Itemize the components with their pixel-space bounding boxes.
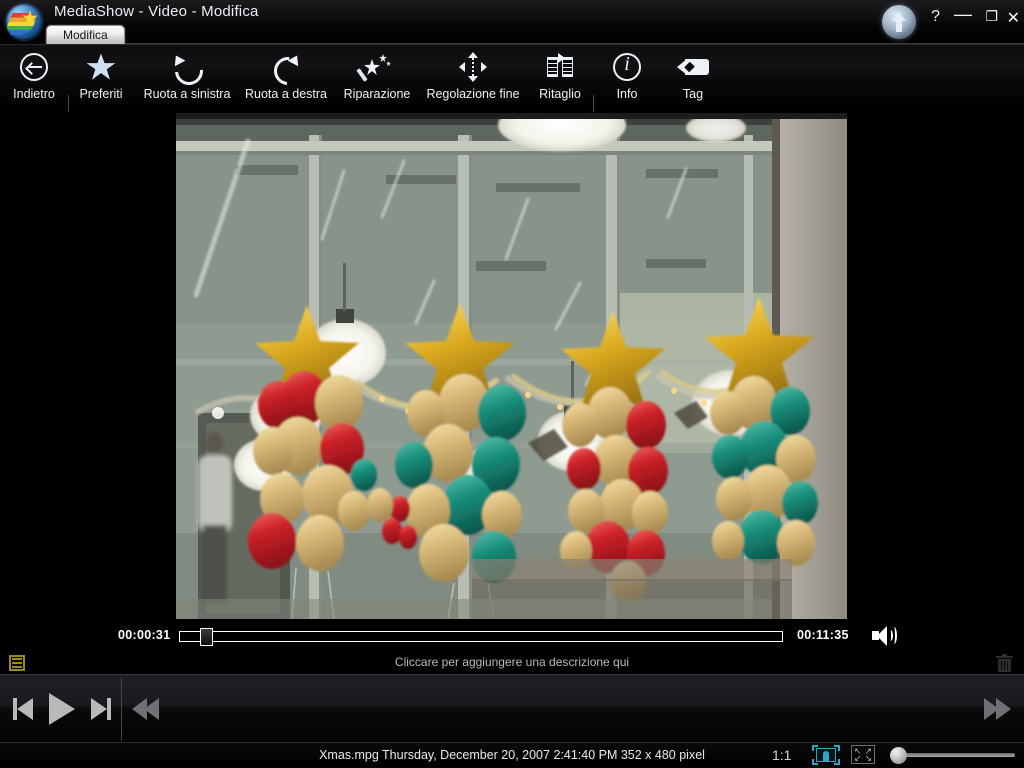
scroll-right-button[interactable] — [980, 675, 1018, 743]
fast-forward-icon — [984, 698, 1014, 720]
magic-wand-icon — [336, 45, 418, 89]
filmstrip — [0, 674, 1024, 742]
toolbar-label: Ruota a sinistra — [143, 87, 231, 101]
toolbar-button-regolazione-fine[interactable]: Regolazione fine — [418, 45, 528, 113]
toolbar-button-ruota-a-sinistra[interactable]: Ruota a sinistra — [132, 45, 242, 113]
toolbar-label: Ruota a destra — [245, 87, 327, 101]
list-view-icon[interactable] — [9, 655, 25, 671]
restore-button[interactable]: ❐ — [985, 8, 998, 25]
help-button[interactable]: ? — [931, 8, 940, 26]
video-preview[interactable] — [176, 113, 847, 619]
toolbar-label: Regolazione fine — [426, 87, 520, 101]
seek-thumb[interactable] — [200, 628, 213, 646]
back-arrow-icon — [8, 45, 60, 89]
toolbar-button-indietro[interactable]: Indietro — [8, 45, 60, 113]
toolbar-button-ritaglio[interactable]: Ritaglio — [528, 45, 592, 113]
toolbar-button-riparazione[interactable]: Riparazione — [336, 45, 418, 113]
info-circle-icon — [597, 45, 657, 89]
current-time-label: 00:00:31 — [118, 628, 171, 642]
toolbar-button-preferiti[interactable]: Preferiti — [70, 45, 132, 113]
video-stage — [0, 112, 1024, 620]
minimize-button[interactable]: — — [954, 4, 972, 25]
zoom-slider[interactable] — [892, 753, 1015, 757]
trash-icon[interactable] — [996, 654, 1013, 672]
video-frame-image — [176, 113, 847, 619]
film-crop-icon — [528, 45, 592, 89]
window-title: MediaShow - Video - Modifica — [54, 3, 259, 20]
scroll-left-button[interactable] — [128, 675, 166, 743]
next-button[interactable] — [86, 675, 116, 743]
toolbar-label: Ritaglio — [539, 87, 581, 101]
mediashow-window: MediaShow - Video - Modifica Modifica ? … — [0, 0, 1024, 768]
toolbar-label: Riparazione — [343, 87, 411, 101]
upload-arrow-icon — [892, 12, 906, 32]
skip-previous-icon — [13, 698, 33, 720]
toolbar-button-tag[interactable]: Tag — [663, 45, 723, 113]
mediashow-logo-icon — [6, 4, 42, 40]
fit-to-window-icon[interactable] — [811, 745, 841, 765]
fullscreen-icon[interactable]: ↖ ↗ ↙ ↘ — [851, 745, 875, 764]
description-placeholder[interactable]: Cliccare per aggiungere una descrizione … — [0, 655, 1024, 669]
zoom-ratio-label[interactable]: 1:1 — [772, 747, 791, 763]
play-button[interactable] — [45, 675, 79, 743]
main-toolbar: Indietro Preferiti Ruota a sinistra Ruot… — [0, 44, 1024, 137]
previous-button[interactable] — [8, 675, 38, 743]
toolbar-label: Indietro — [13, 87, 55, 101]
total-time-label: 00:11:35 — [797, 628, 849, 642]
zoom-slider-knob[interactable] — [890, 747, 907, 764]
skip-next-icon — [91, 698, 111, 720]
toolbar-label: Tag — [682, 87, 704, 101]
toolbar-label: Preferiti — [79, 87, 123, 101]
speaker-icon[interactable] — [872, 625, 897, 647]
rotate-right-icon — [234, 45, 338, 89]
star-icon — [70, 45, 132, 89]
description-bar: Cliccare per aggiungere una descrizione … — [0, 652, 1024, 674]
fine-adjust-icon — [418, 45, 528, 89]
filmstrip-separator — [121, 677, 122, 741]
title-bar: MediaShow - Video - Modifica Modifica ? … — [0, 0, 1024, 44]
rewind-icon — [132, 698, 162, 720]
tag-icon — [663, 45, 723, 89]
tab-modifica[interactable]: Modifica — [46, 25, 125, 44]
toolbar-button-info[interactable]: Info — [597, 45, 657, 113]
toolbar-label: Info — [616, 87, 638, 101]
tab-strip: Modifica — [46, 25, 1024, 44]
upload-button[interactable] — [882, 5, 916, 39]
play-icon — [49, 693, 75, 725]
seek-track[interactable] — [179, 631, 783, 642]
toolbar-button-ruota-a-destra[interactable]: Ruota a destra — [234, 45, 338, 113]
close-button[interactable]: ✕ — [1007, 8, 1020, 28]
rotate-left-icon — [132, 45, 242, 89]
